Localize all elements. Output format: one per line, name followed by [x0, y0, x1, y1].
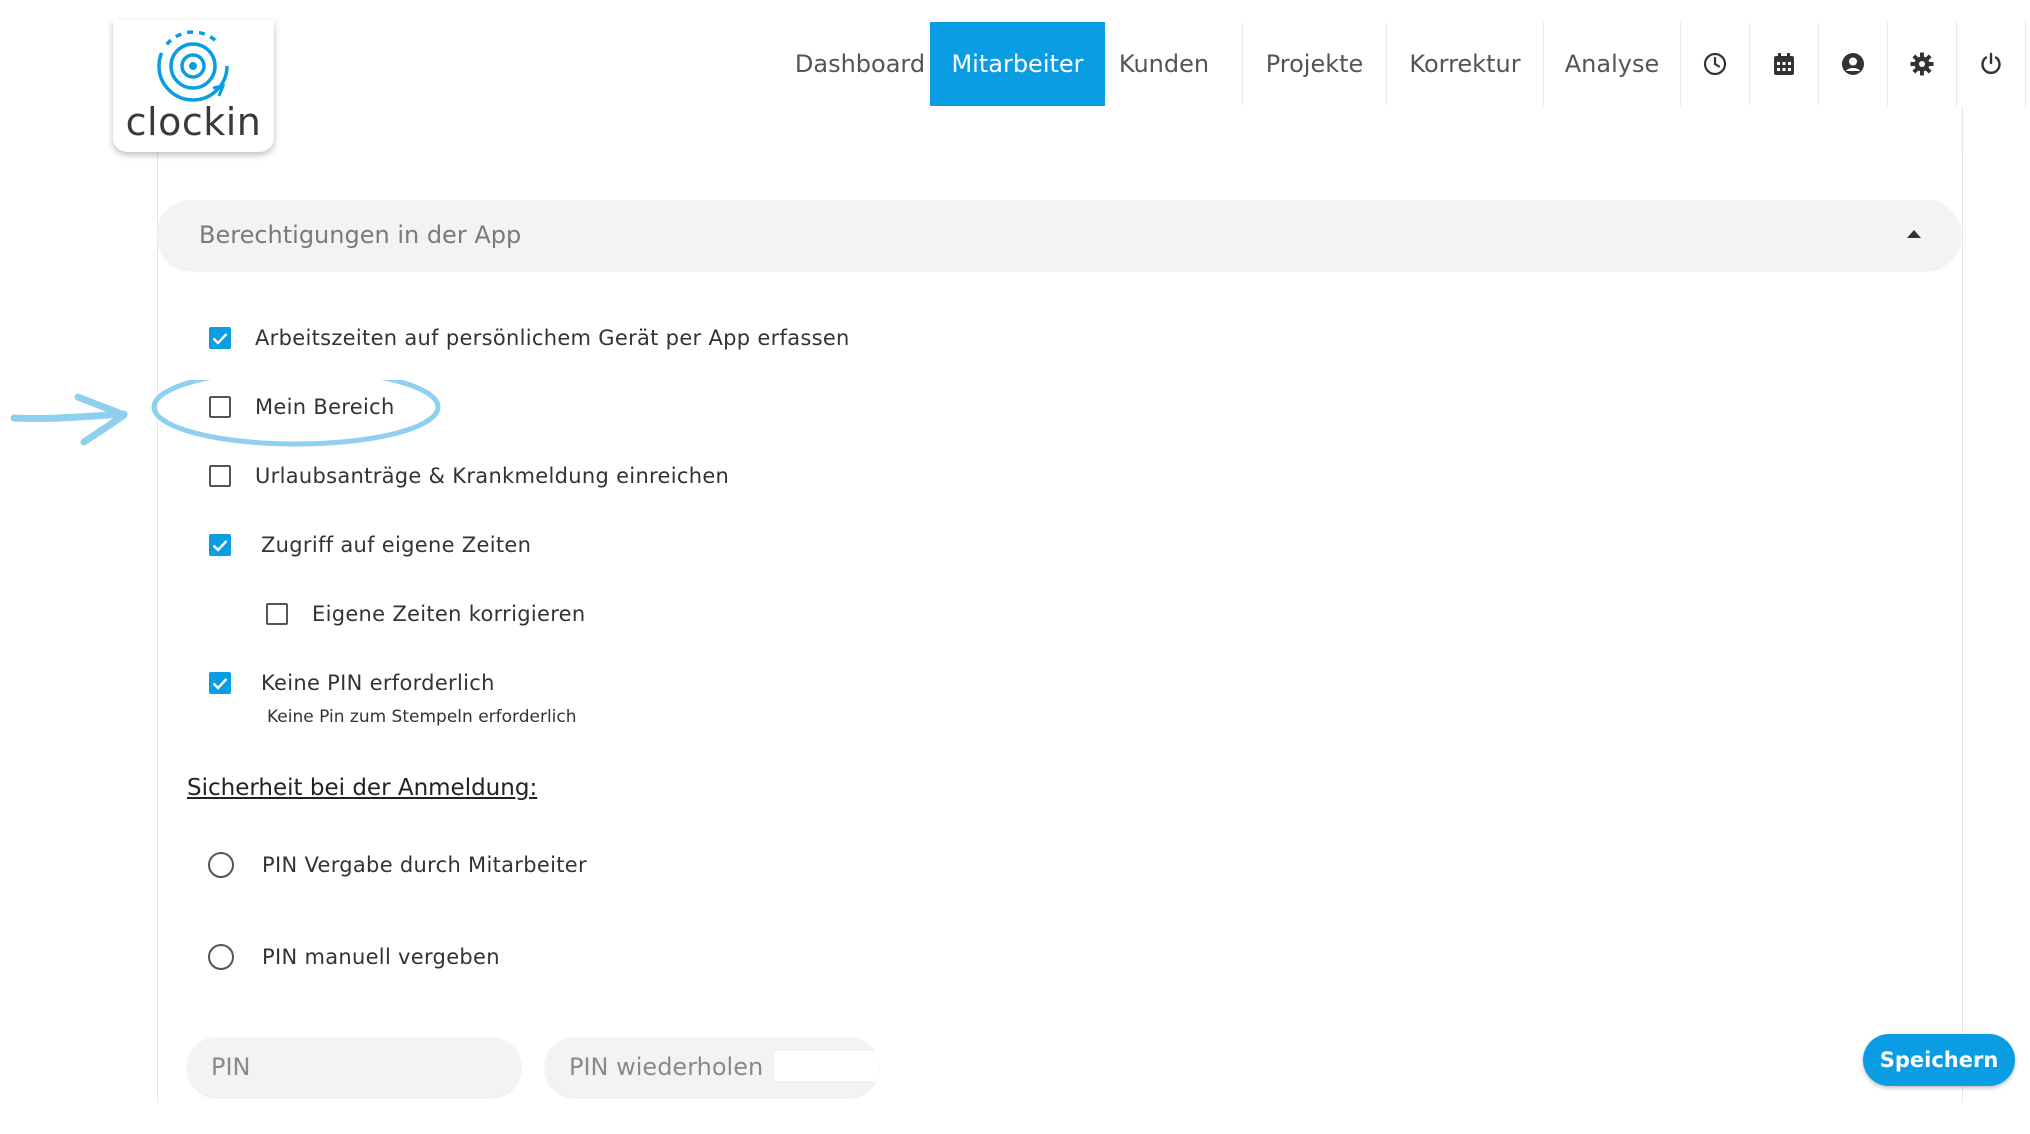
permission-label: Arbeitszeiten auf persönlichem Gerät per… — [255, 326, 850, 350]
pin-repeat-input-placeholder: PIN wiederholen — [569, 1053, 764, 1081]
pin-input[interactable]: PIN — [187, 1037, 521, 1097]
input-mask — [774, 1051, 879, 1081]
permission-row-correct-own-times[interactable]: Eigene Zeiten korrigieren — [266, 602, 586, 626]
checkmark-icon — [212, 332, 228, 345]
annotation-ellipse — [151, 380, 441, 447]
top-navbar: Dashboard Mitarbeiter Kunden Projekte Ko… — [280, 0, 2030, 106]
nav-projekte[interactable]: Projekte — [1243, 22, 1386, 106]
checkbox-no-pin[interactable] — [209, 672, 231, 694]
nav-kunden[interactable]: Kunden — [1105, 22, 1223, 106]
clock-icon[interactable] — [1681, 22, 1749, 106]
nav-korrektur[interactable]: Korrektur — [1387, 22, 1543, 106]
security-heading: Sicherheit bei der Anmeldung: — [187, 775, 538, 801]
annotation-arrow-shaft — [10, 410, 128, 423]
permission-row-leave-requests[interactable]: Urlaubsanträge & Krankmeldung einreichen — [209, 464, 729, 488]
radio-row-pin-by-employee[interactable]: PIN Vergabe durch Mitarbeiter — [208, 852, 587, 878]
checkbox-correct-own-times[interactable] — [266, 603, 288, 625]
permission-label: Keine PIN erforderlich — [261, 671, 495, 695]
annotation-highlight — [10, 380, 441, 447]
permission-label: Eigene Zeiten korrigieren — [312, 602, 586, 626]
checkbox-own-times-access[interactable] — [209, 534, 231, 556]
section-title: Berechtigungen in der App — [199, 221, 522, 249]
permission-row-own-times-access[interactable]: Zugriff auf eigene Zeiten — [209, 533, 531, 557]
caret-up-icon[interactable] — [1907, 230, 1921, 238]
no-pin-hint: Keine Pin zum Stempeln erforderlich — [267, 707, 577, 727]
clockin-logo[interactable]: clockin — [113, 20, 274, 152]
permission-label: Zugriff auf eigene Zeiten — [261, 533, 532, 557]
gear-icon[interactable] — [1888, 22, 1956, 106]
nav-divider — [2025, 22, 2026, 106]
pin-repeat-input[interactable]: PIN wiederholen — [545, 1037, 879, 1097]
logo-target-icon — [157, 30, 229, 102]
radio-pin-by-employee[interactable] — [208, 852, 234, 878]
checkmark-icon — [212, 677, 228, 690]
permission-label: Urlaubsanträge & Krankmeldung einreichen — [255, 464, 730, 488]
radio-label: PIN manuell vergeben — [262, 945, 500, 969]
user-circle-icon[interactable] — [1819, 22, 1887, 106]
pin-input-placeholder: PIN — [211, 1053, 251, 1081]
nav-analyse[interactable]: Analyse — [1544, 22, 1680, 106]
save-button[interactable]: Speichern — [1863, 1034, 2015, 1086]
power-icon[interactable] — [1957, 22, 2025, 106]
checkmark-icon — [212, 539, 228, 552]
permission-row-no-pin[interactable]: Keine PIN erforderlich — [209, 671, 495, 695]
checkbox-app-time-tracking[interactable] — [209, 327, 231, 349]
logo-text: clockin — [125, 100, 262, 144]
radio-row-pin-manual[interactable]: PIN manuell vergeben — [208, 944, 500, 970]
bottom-area — [0, 1102, 2030, 1134]
checkbox-leave-requests[interactable] — [209, 465, 231, 487]
permission-row-app-time-tracking[interactable]: Arbeitszeiten auf persönlichem Gerät per… — [209, 326, 850, 350]
nav-mitarbeiter[interactable]: Mitarbeiter — [930, 22, 1105, 106]
permissions-section-header[interactable]: Berechtigungen in der App — [157, 200, 1961, 270]
calendar-icon[interactable] — [1750, 22, 1818, 106]
radio-pin-manual[interactable] — [208, 944, 234, 970]
radio-label: PIN Vergabe durch Mitarbeiter — [262, 853, 587, 877]
